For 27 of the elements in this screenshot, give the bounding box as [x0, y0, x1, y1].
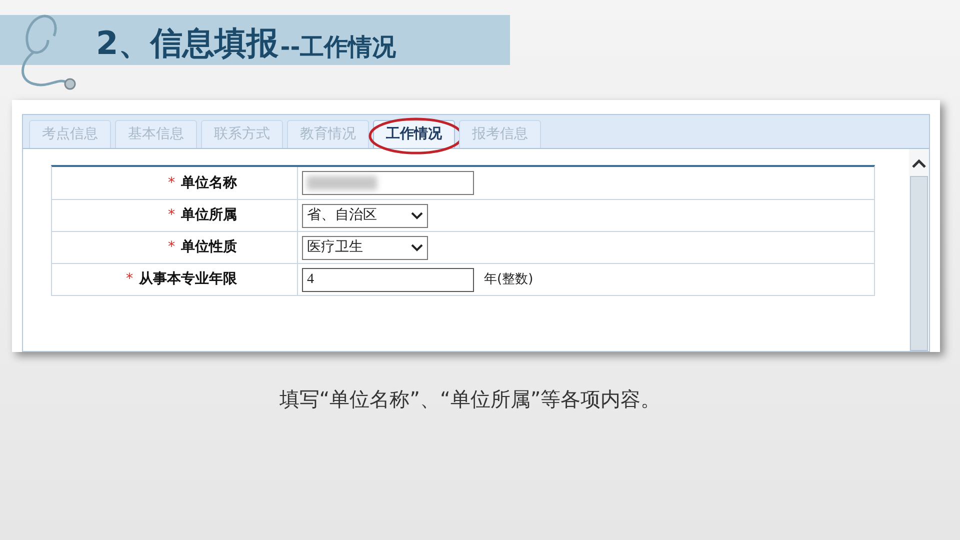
field-label: 单位性质 [181, 238, 237, 257]
required-asterisk: * [126, 270, 133, 289]
tab[interactable]: 教育情况 [287, 120, 369, 148]
tab[interactable]: 联系方式 [201, 120, 283, 148]
required-asterisk: * [168, 174, 175, 192]
scrollbar-thumb[interactable] [910, 176, 928, 351]
chevron-down-icon [411, 244, 423, 252]
unit-label: 年(整数) [484, 270, 534, 289]
field-label: 从事本专业年限 [139, 270, 237, 289]
field-label: 单位名称 [181, 174, 237, 192]
input-field[interactable] [302, 171, 474, 195]
dropdown[interactable]: 医疗卫生 [302, 236, 428, 260]
caption: 填写“单位名称”、“单位所属”等各项内容。 [279, 386, 661, 413]
dropdown[interactable]: 省、自治区 [302, 204, 428, 228]
tab[interactable]: 考点信息 [29, 120, 111, 148]
tab[interactable]: 报考信息 [459, 120, 541, 148]
tab[interactable]: 基本信息 [115, 120, 197, 148]
field-label: 单位所属 [181, 206, 237, 225]
chevron-up-icon[interactable] [912, 159, 926, 168]
input-field[interactable]: 4 [302, 268, 474, 292]
tab[interactable]: 工作情况 [373, 120, 455, 148]
required-asterisk: * [168, 238, 175, 257]
slide-subtitle: --工作情况 [280, 35, 396, 59]
chevron-down-icon [411, 212, 423, 220]
blurred-value [307, 176, 377, 190]
slide-title: 2、信息填报 [96, 27, 278, 59]
required-asterisk: * [168, 206, 175, 225]
